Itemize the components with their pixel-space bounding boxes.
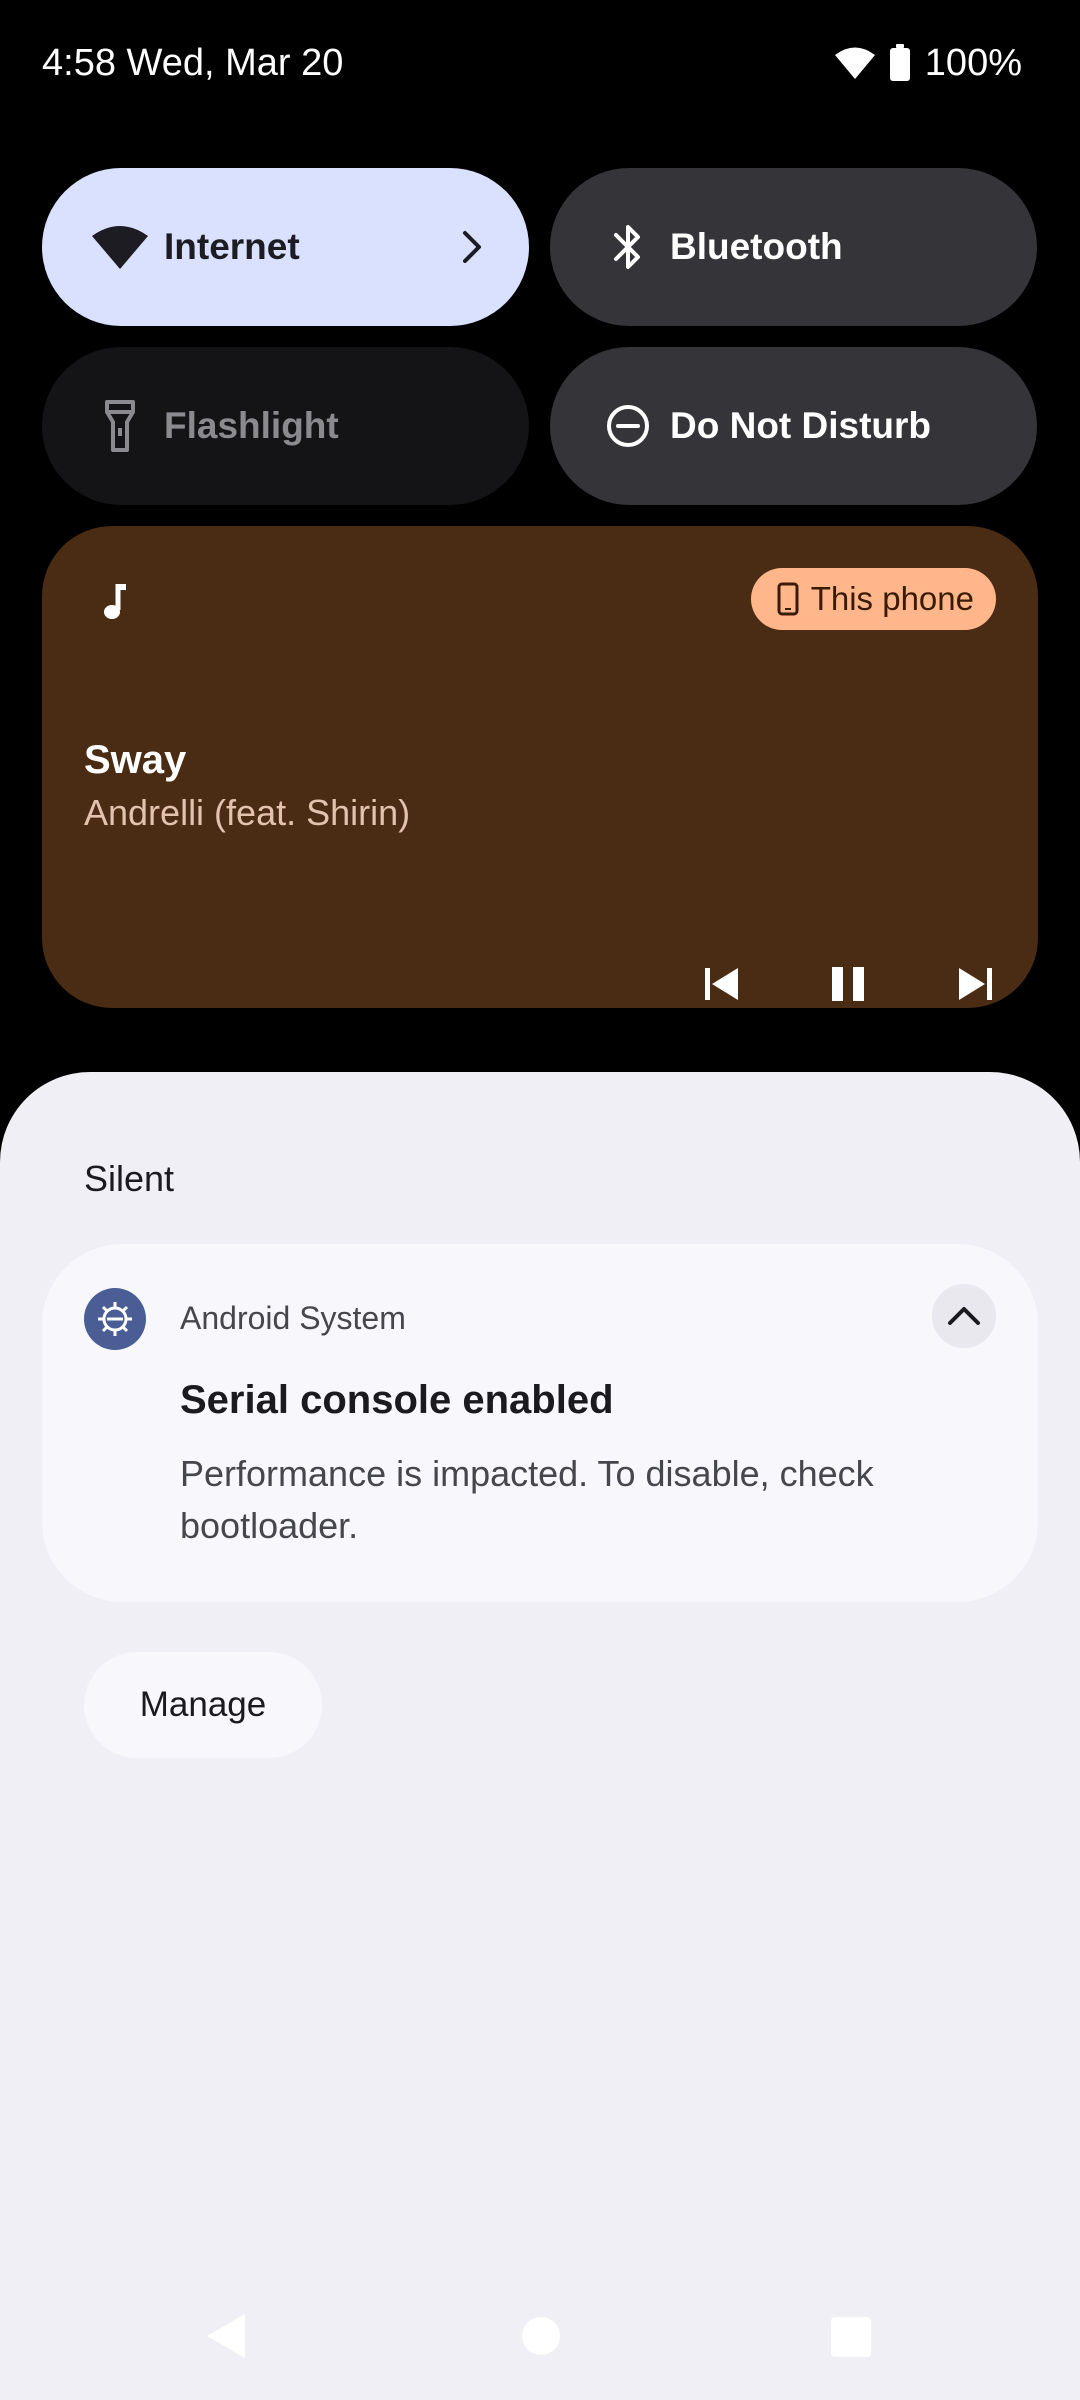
status-bar: 4:58 Wed, Mar 20 100%	[0, 0, 1080, 120]
next-button[interactable]	[935, 944, 1015, 1024]
notification-text: Performance is impacted. To disable, che…	[180, 1453, 874, 1546]
battery-icon	[889, 44, 911, 82]
bluetooth-icon	[598, 217, 658, 277]
output-device-label: This phone	[810, 580, 974, 617]
media-title: Sway	[84, 738, 187, 782]
screen: 4:58 Wed, Mar 20 100% Internet Bluetooth	[0, 0, 1080, 2400]
tile-internet[interactable]: Internet	[42, 168, 529, 326]
skip-previous-icon	[702, 965, 742, 1003]
notification-card[interactable]: Android System Serial console enabled Pe…	[42, 1244, 1038, 1602]
media-artist: Andrelli (feat. Shirin)	[84, 792, 411, 833]
flashlight-icon	[90, 396, 150, 456]
tile-flashlight-label: Flashlight	[164, 405, 339, 446]
wifi-icon	[90, 217, 150, 277]
manage-button[interactable]: Manage	[84, 1652, 322, 1758]
skip-next-icon	[955, 965, 995, 1003]
tile-bluetooth[interactable]: Bluetooth	[550, 168, 1037, 326]
pause-button[interactable]	[808, 944, 888, 1024]
collapse-button[interactable]	[932, 1284, 996, 1348]
back-icon[interactable]	[205, 2312, 247, 2360]
tile-flashlight[interactable]: Flashlight	[42, 347, 529, 505]
do-not-disturb-icon	[598, 396, 658, 456]
music-note-icon	[96, 580, 136, 624]
phone-icon	[777, 582, 799, 616]
tile-do-not-disturb[interactable]: Do Not Disturb	[550, 347, 1037, 505]
chevron-up-icon	[946, 1305, 982, 1327]
previous-button[interactable]	[682, 944, 762, 1024]
status-time-date: 4:58 Wed, Mar 20	[42, 42, 344, 84]
status-icons: 100%	[834, 38, 1022, 88]
notification-title: Serial console enabled	[180, 1378, 614, 1422]
manage-button-label: Manage	[139, 1685, 267, 1724]
section-header-silent: Silent	[84, 1158, 175, 1199]
tile-bluetooth-label: Bluetooth	[670, 226, 843, 267]
home-icon[interactable]	[522, 2317, 560, 2355]
settings-gear-icon	[84, 1288, 146, 1350]
output-device-chip[interactable]: This phone	[750, 568, 996, 630]
tile-do-not-disturb-label: Do Not Disturb	[670, 405, 932, 446]
recents-icon[interactable]	[831, 2317, 871, 2357]
tile-internet-label: Internet	[164, 226, 300, 267]
media-player-card[interactable]: This phone Sway Andrelli (feat. Shirin)	[42, 526, 1038, 1008]
notification-shade: Silent Android System Serial console ena…	[0, 1072, 1080, 2400]
notification-app-name: Android System	[180, 1300, 406, 1336]
battery-level: 100%	[924, 42, 1022, 84]
chevron-right-icon	[457, 229, 487, 265]
wifi-icon	[834, 46, 875, 80]
pause-icon	[830, 965, 866, 1003]
